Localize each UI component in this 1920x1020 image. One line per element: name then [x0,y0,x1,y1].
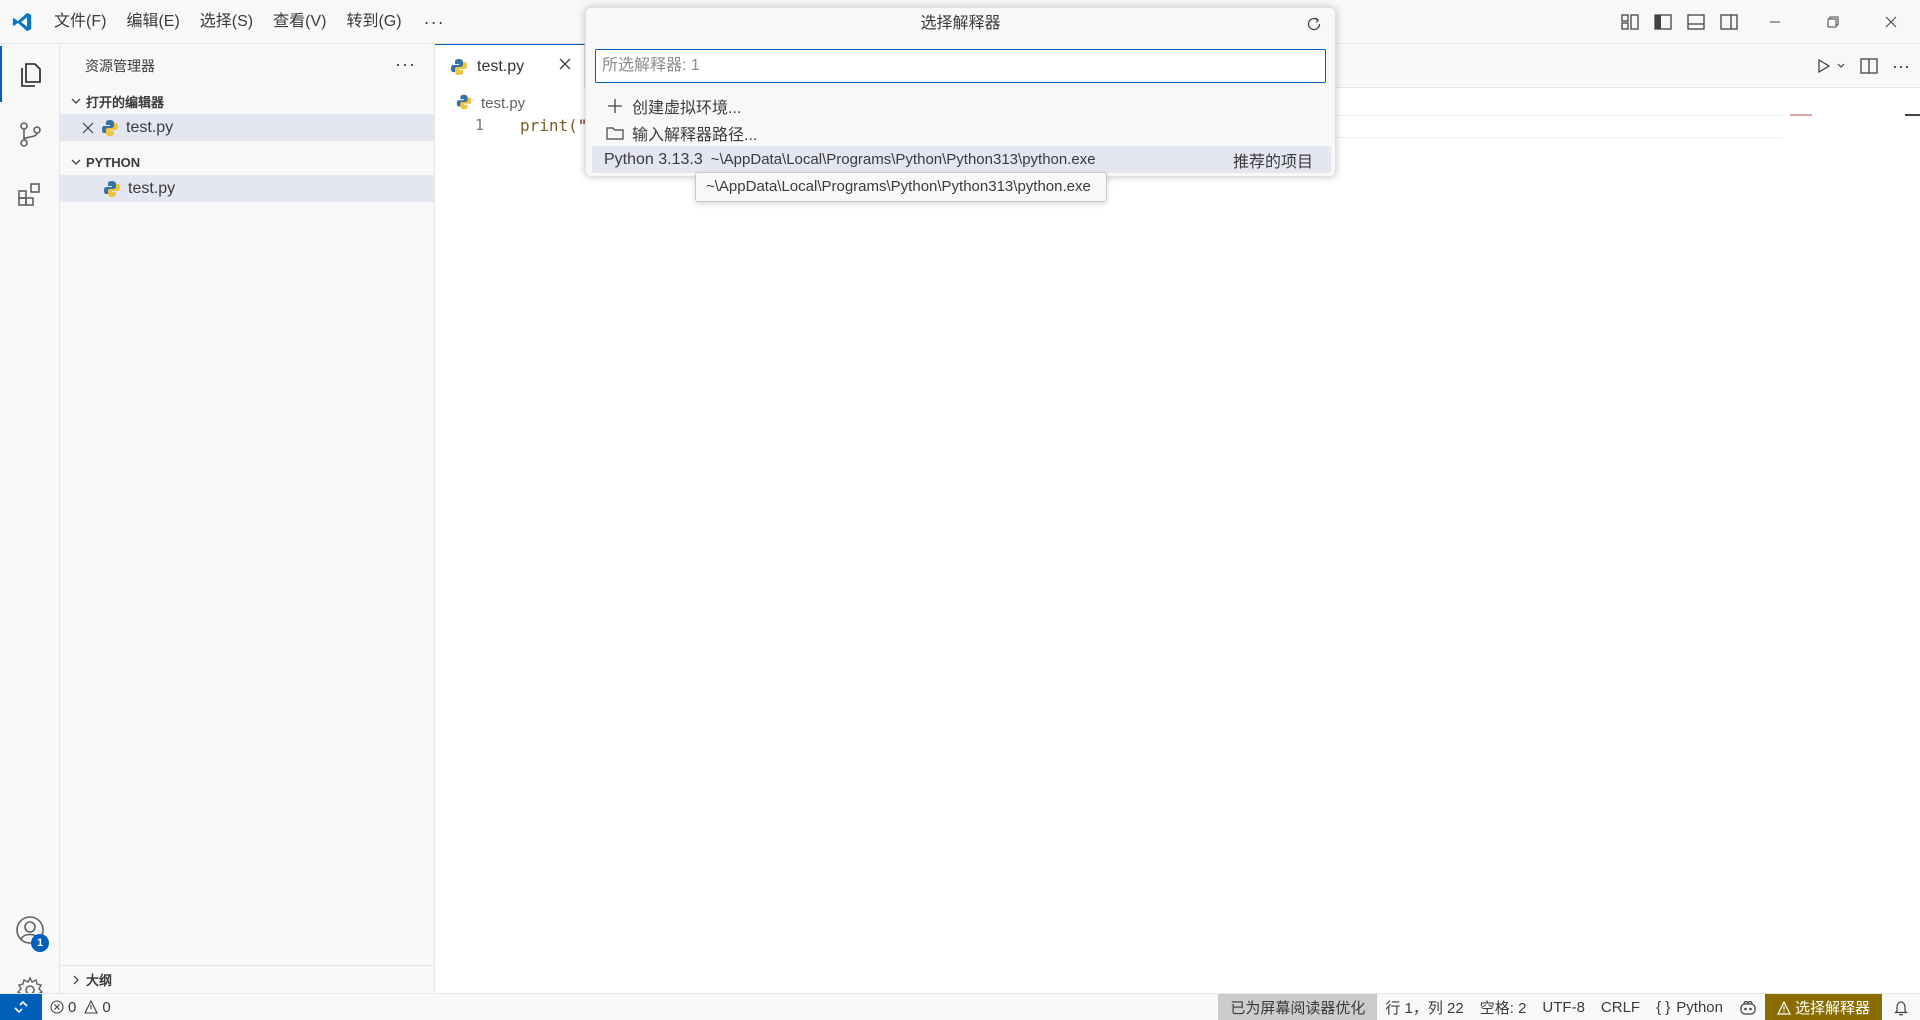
more-actions-icon[interactable]: ··· [1892,56,1910,77]
close-window-icon[interactable] [1862,0,1920,44]
interpreter-path: ~\AppData\Local\Programs\Python\Python31… [710,151,1096,168]
explorer-sidebar: 资源管理器 ··· 打开的编辑器 test.py PYTHON test.py … [60,44,435,993]
python-interpreter-option[interactable]: Python 3.13.3 ~\AppData\Local\Programs\P… [592,146,1331,173]
open-editors-header[interactable]: 打开的编辑器 [60,88,434,114]
quick-pick-title: 选择解释器 [920,15,1001,32]
editor-actions: ··· [1816,44,1910,88]
warning-count: 0 [102,998,111,1016]
python-file-icon [102,179,122,199]
plus-icon [604,98,626,114]
line-number: 1 [475,116,485,134]
screen-reader-mode[interactable]: 已为屏幕阅读器优化 [1218,994,1378,1020]
cursor-position[interactable]: 行 1，列 22 [1377,994,1471,1020]
extensions-icon[interactable] [0,166,60,222]
sidebar-more-icon[interactable]: ··· [395,54,416,75]
breadcrumb: test.py [455,92,525,114]
warning-icon [84,1000,99,1014]
open-editor-item[interactable]: test.py [60,114,434,141]
restore-icon[interactable] [1804,0,1862,44]
menu-selection[interactable]: 选择(S) [190,0,263,44]
folder-header[interactable]: PYTHON [60,149,434,175]
open-editor-filename: test.py [126,118,174,136]
minimize-icon[interactable] [1746,0,1804,44]
menu-bar: 文件(F) 编辑(E) 选择(S) 查看(V) 转到(G) ··· [44,0,457,44]
error-count: 0 [68,998,77,1016]
language-mode[interactable]: { } Python [1648,994,1731,1020]
menu-edit[interactable]: 编辑(E) [116,0,189,44]
close-editor-icon[interactable] [60,122,94,134]
interpreter-path-tooltip: ~\AppData\Local\Programs\Python\Python31… [695,172,1107,202]
toggle-panel-icon[interactable] [1684,11,1707,34]
language-label: Python [1676,999,1723,1016]
warning-icon [1777,1000,1791,1015]
select-interpreter-label: 选择解释器 [1794,1000,1870,1017]
enter-interpreter-path-option[interactable]: 输入解释器路径... [592,119,1331,146]
vscode-logo-icon [0,0,44,44]
menu-go[interactable]: 转到(G) [336,0,411,44]
open-editors-label: 打开的编辑器 [86,94,165,110]
menu-more-icon[interactable]: ··· [412,0,457,44]
breadcrumb-file[interactable]: test.py [481,95,525,112]
create-venv-option[interactable]: 创建虚拟环境... [592,92,1331,119]
interpreter-version: Python 3.13.3 [604,150,703,168]
sidebar-title: 资源管理器 [85,58,155,74]
menu-file[interactable]: 文件(F) [44,0,116,44]
enter-path-label: 输入解释器路径... [632,126,758,144]
current-line-highlight [1335,115,1782,138]
error-icon [50,1000,64,1014]
accounts-icon[interactable]: 1 [0,902,60,958]
source-control-icon[interactable] [0,106,60,162]
problems-indicator[interactable]: 0 0 [42,994,119,1020]
folder-label: PYTHON [86,154,141,170]
accounts-badge: 1 [31,934,49,952]
window-controls [1746,0,1920,44]
file-tree-item[interactable]: test.py [60,175,434,202]
editor-tab[interactable]: test.py [435,44,585,88]
code-text[interactable]: print(" [520,116,587,135]
chevron-right-icon [60,974,82,986]
status-bar: 0 0 已为屏幕阅读器优化 行 1，列 22 空格: 2 UTF-8 CRLF … [0,993,1920,1020]
select-interpreter-status[interactable]: 选择解释器 [1764,994,1882,1020]
indentation[interactable]: 空格: 2 [1472,994,1535,1020]
folder-icon [604,125,626,141]
file-tree-filename: test.py [128,179,176,197]
menu-view[interactable]: 查看(V) [263,0,336,44]
layout-controls [1618,0,1740,44]
interpreter-search-input[interactable] [595,49,1326,83]
status-bar-right: 已为屏幕阅读器优化 行 1，列 22 空格: 2 UTF-8 CRLF { } … [1218,994,1920,1020]
create-venv-label: 创建虚拟环境... [632,99,742,117]
code-function: print( [520,116,578,135]
notifications-bell-icon[interactable] [1882,994,1920,1020]
copilot-icon[interactable] [1731,994,1765,1020]
run-python-file-icon[interactable] [1816,58,1846,74]
outline-label: 大纲 [86,973,113,988]
remote-indicator-icon[interactable] [0,993,42,1020]
python-file-icon [100,118,120,138]
select-interpreter-quick-pick: 选择解释器 创建虚拟环境... 输入解释器路径... Python 3.13.3… [585,7,1336,177]
activity-bar: 1 [0,44,60,1004]
recommended-tag: 推荐的项目 [1232,153,1313,171]
customize-layout-icon[interactable] [1618,11,1641,34]
explorer-icon[interactable] [0,46,60,102]
split-editor-icon[interactable] [1860,58,1878,74]
encoding[interactable]: UTF-8 [1534,994,1593,1020]
toggle-secondary-sidebar-icon[interactable] [1717,11,1740,34]
python-file-icon [455,93,475,113]
tab-label: test.py [477,57,525,75]
end-of-line[interactable]: CRLF [1593,994,1648,1020]
close-tab-icon[interactable] [558,57,572,71]
toggle-primary-sidebar-icon[interactable] [1651,11,1674,34]
editor-scrollbar[interactable] [1905,114,1920,116]
braces-icon: { } [1656,999,1671,1016]
python-file-icon [449,57,469,77]
chevron-down-icon [60,156,82,168]
minimap[interactable] [1790,114,1812,116]
chevron-down-icon [60,95,82,107]
refresh-icon[interactable] [1305,15,1323,33]
outline-section-header[interactable]: 大纲 [60,965,434,993]
